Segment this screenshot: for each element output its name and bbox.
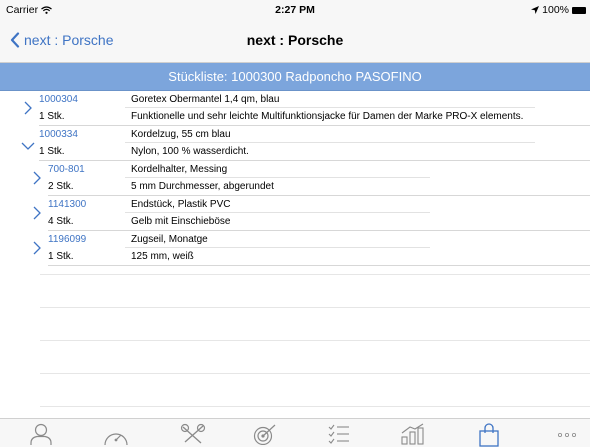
- item-detail: 5 mm Durchmesser, abgerundet: [131, 181, 274, 192]
- item-detail: 125 mm, weiß: [131, 251, 194, 262]
- speedometer-icon: [104, 433, 128, 445]
- item-detail: Nylon, 100 % wasserdicht.: [131, 146, 249, 157]
- chevron-right-icon[interactable]: [30, 171, 44, 185]
- item-name: Kordelzug, 55 cm blau: [131, 129, 231, 140]
- item-quantity: 4 Stk.: [48, 216, 74, 227]
- empty-row-separator: [40, 373, 590, 374]
- row-divider: [125, 177, 430, 178]
- chevron-down-icon[interactable]: [21, 139, 35, 153]
- row-divider: [125, 142, 535, 143]
- tab-dashboard[interactable]: [101, 423, 131, 447]
- bom-item-row[interactable]: 700-801 2 Stk. Kordelhalter, Messing 5 mm D…: [0, 161, 590, 196]
- item-number[interactable]: 1000334: [39, 129, 78, 140]
- target-icon: [253, 424, 276, 445]
- item-name: Zugseil, Monatge: [131, 234, 208, 245]
- item-name: Kordelhalter, Messing: [131, 164, 228, 175]
- empty-row-separator: [40, 274, 590, 275]
- bom-header: Stückliste: 1000300 Radponcho PASOFINO: [0, 63, 590, 91]
- item-detail: Gelb mit Einschieböse: [131, 216, 231, 227]
- empty-row-separator: [40, 307, 590, 308]
- empty-row-separator: [40, 406, 590, 407]
- bom-item-row[interactable]: 1000304 1 Stk. Goretex Obermantel 1,4 qm, …: [0, 91, 590, 126]
- tab-more[interactable]: [552, 423, 582, 447]
- item-quantity: 1 Stk.: [48, 251, 74, 262]
- tools-icon: [180, 423, 206, 444]
- tab-shop[interactable]: [474, 423, 504, 447]
- row-divider: [125, 247, 430, 248]
- item-detail: Funktionelle und sehr leichte Multifunkt…: [131, 111, 524, 122]
- chevron-left-icon: [10, 32, 20, 48]
- tab-tools[interactable]: [178, 423, 208, 447]
- tab-bar: [0, 418, 590, 447]
- chevron-right-icon[interactable]: [21, 101, 35, 115]
- row-separator: [48, 265, 590, 266]
- location-arrow-icon: [531, 6, 540, 14]
- item-number[interactable]: 1196099: [48, 234, 86, 245]
- item-number[interactable]: 1141300: [48, 199, 86, 210]
- item-quantity: 2 Stk.: [48, 181, 74, 192]
- item-quantity: 1 Stk.: [39, 146, 65, 157]
- status-bar: Carrier 2:27 PM 100%: [0, 0, 590, 20]
- empty-row-separator: [40, 340, 590, 341]
- bom-item-row[interactable]: 1141300 4 Stk. Endstück, Plastik PVC Gelb m…: [0, 196, 590, 231]
- item-number[interactable]: 1000304: [39, 94, 78, 105]
- tab-statistics[interactable]: [398, 423, 428, 447]
- back-button[interactable]: next : Porsche: [10, 32, 114, 48]
- person-icon: [30, 423, 52, 445]
- checklist-icon: [328, 424, 349, 444]
- tab-targets[interactable]: [250, 423, 280, 447]
- chevron-right-icon[interactable]: [30, 206, 44, 220]
- bom-item-row[interactable]: 1000334 1 Stk. Kordelzug, 55 cm blau Nylon,…: [0, 126, 590, 161]
- item-number[interactable]: 700-801: [48, 164, 85, 175]
- item-name: Endstück, Plastik PVC: [131, 199, 231, 210]
- item-quantity: 1 Stk.: [39, 111, 65, 122]
- bom-item-row[interactable]: 1196099 1 Stk. Zugseil, Monatge 125 mm, wei…: [0, 231, 590, 266]
- shopping-bag-icon: [479, 423, 499, 447]
- chart-icon: [401, 423, 424, 445]
- battery-indicator: 100%: [531, 4, 586, 16]
- battery-percent: 100%: [542, 4, 569, 16]
- tab-person[interactable]: [26, 423, 56, 447]
- navigation-bar: next : Porsche next : Porsche: [0, 20, 590, 63]
- row-divider: [125, 107, 535, 108]
- battery-icon: [572, 6, 586, 14]
- item-name: Goretex Obermantel 1,4 qm, blau: [131, 94, 280, 105]
- tab-checklist[interactable]: [324, 423, 354, 447]
- more-icon: [558, 432, 576, 437]
- row-divider: [125, 212, 430, 213]
- status-time: 2:27 PM: [275, 4, 315, 16]
- chevron-right-icon[interactable]: [30, 241, 44, 255]
- back-button-label: next : Porsche: [24, 32, 114, 48]
